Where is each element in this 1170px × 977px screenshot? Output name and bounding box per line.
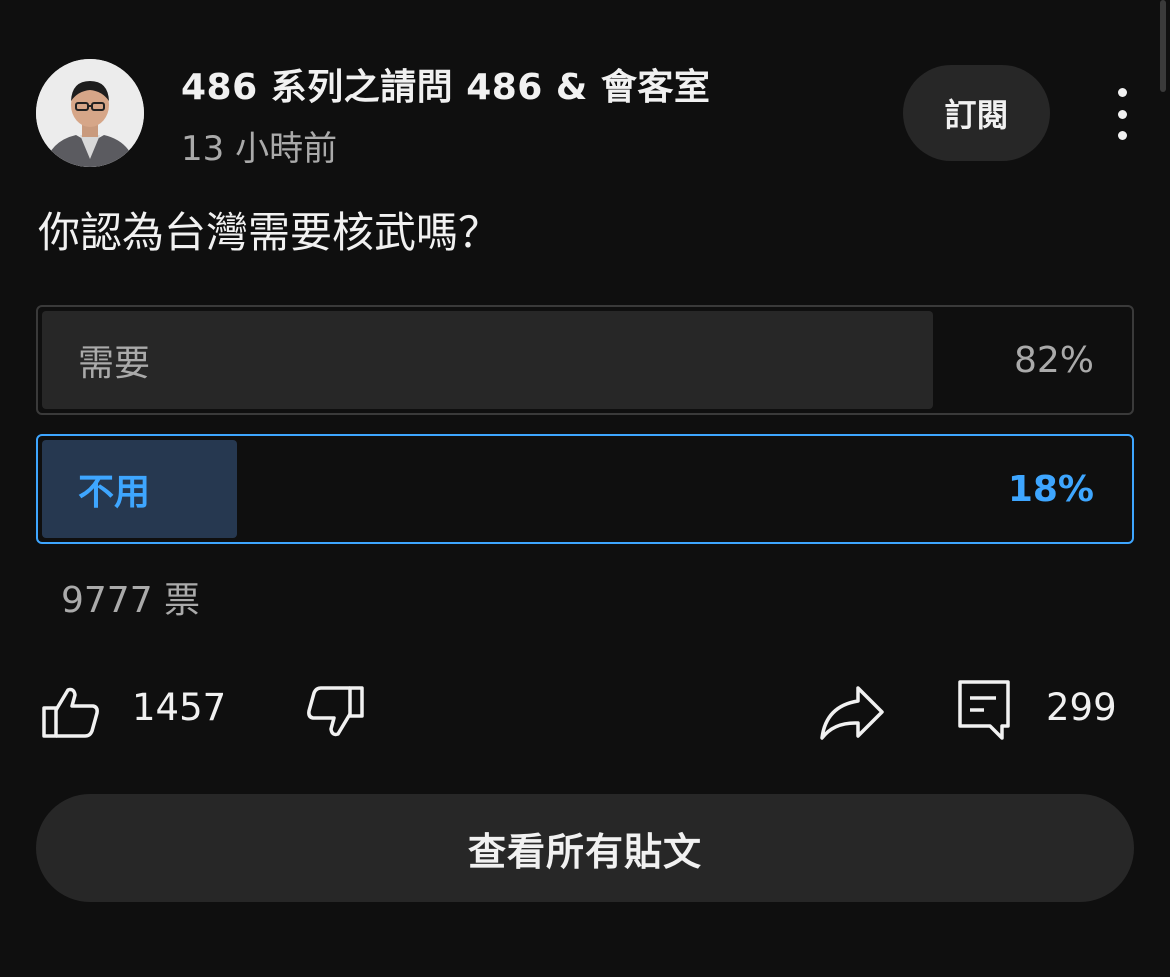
view-all-posts-button[interactable]: 查看所有貼文 xyxy=(36,794,1134,902)
poll-option-percent: 82% xyxy=(1013,339,1094,381)
poll-option-no-need[interactable]: 不用 18% xyxy=(36,434,1134,544)
poll-question: 你認為台灣需要核武嗎？ xyxy=(38,208,501,257)
kebab-dot xyxy=(1117,109,1127,119)
channel-avatar[interactable] xyxy=(36,59,144,167)
kebab-dot xyxy=(1117,131,1127,140)
share-icon[interactable] xyxy=(818,682,886,742)
post-time: 13 小時前 xyxy=(181,129,338,169)
person-avatar-icon xyxy=(36,59,144,167)
more-vert-icon[interactable] xyxy=(1108,88,1136,140)
comment-count: 299 xyxy=(1046,686,1117,729)
thumb-down-icon[interactable] xyxy=(304,684,366,740)
scrollbar[interactable] xyxy=(1160,0,1166,92)
poll-option-label: 需要 xyxy=(78,343,151,384)
poll-option-label: 不用 xyxy=(78,472,151,513)
poll-result-bar xyxy=(42,311,933,409)
thumb-up-icon[interactable] xyxy=(40,684,102,740)
subscribe-button[interactable]: 訂閱 xyxy=(903,65,1050,161)
kebab-dot xyxy=(1117,88,1127,97)
poll-option-need[interactable]: 需要 82% xyxy=(36,305,1134,415)
comment-icon[interactable] xyxy=(956,678,1014,742)
like-count: 1457 xyxy=(132,686,227,729)
channel-name[interactable]: 486 系列之請問 486 & 會客室 xyxy=(181,58,710,110)
vote-count: 9777 票 xyxy=(61,580,201,621)
poll-option-percent: 18% xyxy=(1007,468,1094,510)
